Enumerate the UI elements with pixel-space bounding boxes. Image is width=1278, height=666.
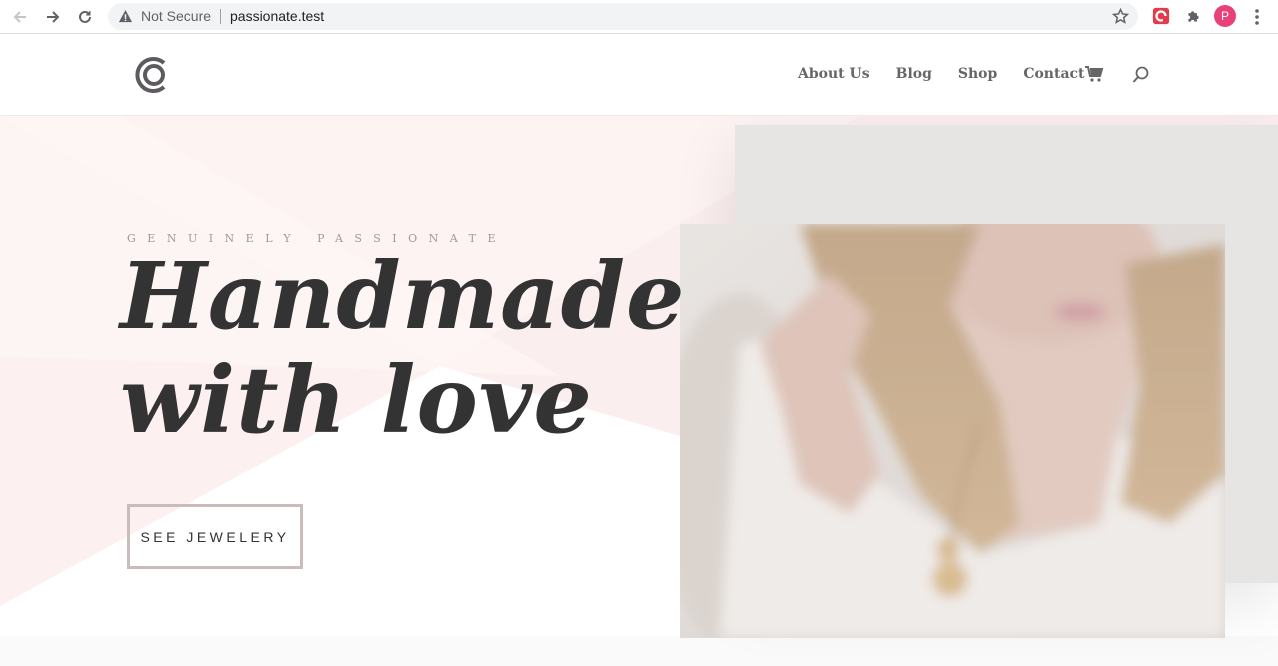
back-button[interactable] (9, 6, 31, 28)
see-jewelery-button[interactable]: SEE JEWELERY (127, 504, 303, 569)
cart-icon[interactable] (1085, 66, 1103, 82)
arrow-right-icon (47, 11, 60, 23)
headline-line-2: with love (120, 346, 593, 454)
browser-toolbar: Not Secure passionate.test P (0, 0, 1278, 34)
nav-blog[interactable]: Blog (896, 66, 932, 82)
nav-about-us[interactable]: About Us (798, 66, 870, 82)
site-header: About Us Blog Shop Contact (0, 35, 1278, 116)
nav-shop[interactable]: Shop (958, 66, 997, 82)
search-icon[interactable] (1132, 66, 1150, 85)
star-icon[interactable] (1112, 8, 1129, 25)
url-text[interactable]: passionate.test (230, 8, 324, 24)
hero-headline: Handmade with love (120, 242, 686, 454)
security-label[interactable]: Not Secure (141, 8, 211, 24)
hero-section: GENUINELY PASSIONATE Handmade with love … (0, 116, 1278, 666)
kebab-menu-icon[interactable] (1249, 7, 1265, 27)
forward-button[interactable] (42, 6, 64, 28)
red-extension-icon[interactable] (1151, 6, 1171, 26)
c-logo-icon[interactable] (134, 55, 170, 95)
address-bar[interactable]: Not Secure passionate.test (108, 3, 1138, 30)
hero-photo (680, 224, 1225, 638)
warning-triangle-icon[interactable] (118, 9, 133, 24)
headline-line-1: Handmade (120, 242, 686, 350)
reload-icon (79, 10, 91, 23)
omnibox-divider (220, 9, 221, 24)
profile-avatar[interactable]: P (1214, 5, 1236, 27)
main-navigation: About Us Blog Shop Contact (798, 66, 1085, 82)
puzzle-icon[interactable] (1183, 6, 1203, 26)
nav-contact[interactable]: Contact (1023, 66, 1084, 82)
woman-with-necklace-image (680, 224, 1225, 638)
reload-button[interactable] (74, 6, 96, 28)
arrow-left-icon (13, 11, 26, 23)
